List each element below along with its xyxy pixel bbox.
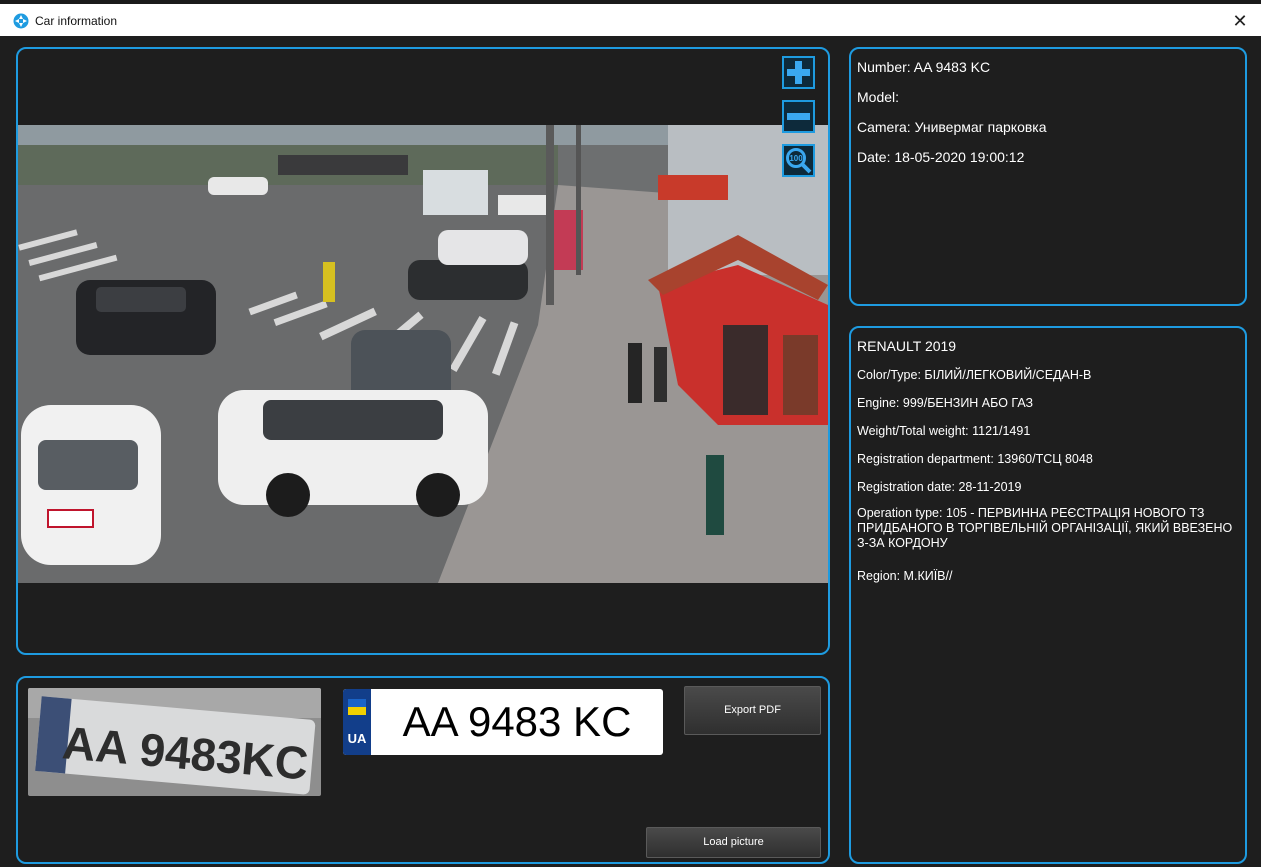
car-app-icon	[13, 13, 29, 29]
image-viewer[interactable]: 100	[16, 47, 830, 655]
vehicle-title: RENAULT 2019	[857, 338, 957, 354]
color-type-info: Color/Type: БІЛИЙ/ЛЕГКОВИЙ/СЕДАН-В	[857, 368, 1092, 382]
plate-country: UA	[347, 731, 367, 746]
title-bar: Car information ✕	[0, 0, 1261, 36]
zoom-out-icon	[787, 113, 810, 120]
close-icon[interactable]: ✕	[1229, 10, 1251, 32]
registration-date-info: Registration date: 28-11-2019	[857, 480, 1022, 494]
plate-number: AA 9483 KC	[402, 698, 632, 745]
zoom-100-button[interactable]: 100	[782, 144, 815, 177]
camera-image	[18, 125, 828, 583]
plate-crop-image: AA 9483KC	[28, 688, 321, 796]
plate-number-info: Number: AA 9483 KC	[857, 59, 991, 75]
ukraine-flag-icon: UA	[343, 689, 371, 755]
zoom-100-label: 100	[789, 154, 803, 163]
plate-panel: AA 9483KC UA AA 9483 KC Export PDF Load …	[16, 676, 830, 864]
zoom-in-icon	[787, 61, 810, 84]
export-pdf-button[interactable]: Export PDF	[684, 686, 821, 735]
zoom-100-icon: 100	[786, 148, 812, 174]
zoom-in-button[interactable]	[782, 56, 815, 89]
zoom-out-button[interactable]	[782, 100, 815, 133]
registration-department-info: Registration department: 13960/ТСЦ 8048	[857, 452, 1093, 466]
weight-info: Weight/Total weight: 1121/1491	[857, 424, 1031, 438]
camera-info: Camera: Универмаг парковка	[857, 119, 1047, 135]
load-picture-button[interactable]: Load picture	[646, 827, 821, 858]
window-title: Car information	[35, 14, 118, 28]
license-plate: UA AA 9483 KC	[343, 689, 663, 755]
engine-info: Engine: 999/БЕНЗИН АБО ГАЗ	[857, 396, 1034, 410]
info-panel: Number: AA 9483 KC Model: Camera: Универ…	[849, 47, 1247, 306]
region-info: Region: М.КИЇВ//	[857, 569, 953, 583]
details-panel: RENAULT 2019 Color/Type: БІЛИЙ/ЛЕГКОВИЙ/…	[849, 326, 1247, 864]
date-info: Date: 18-05-2020 19:00:12	[857, 149, 1025, 165]
operation-type-info: Operation type: 105 - ПЕРВИННА РЕЄСТРАЦІ…	[857, 506, 1233, 550]
model-info: Model:	[857, 89, 900, 105]
